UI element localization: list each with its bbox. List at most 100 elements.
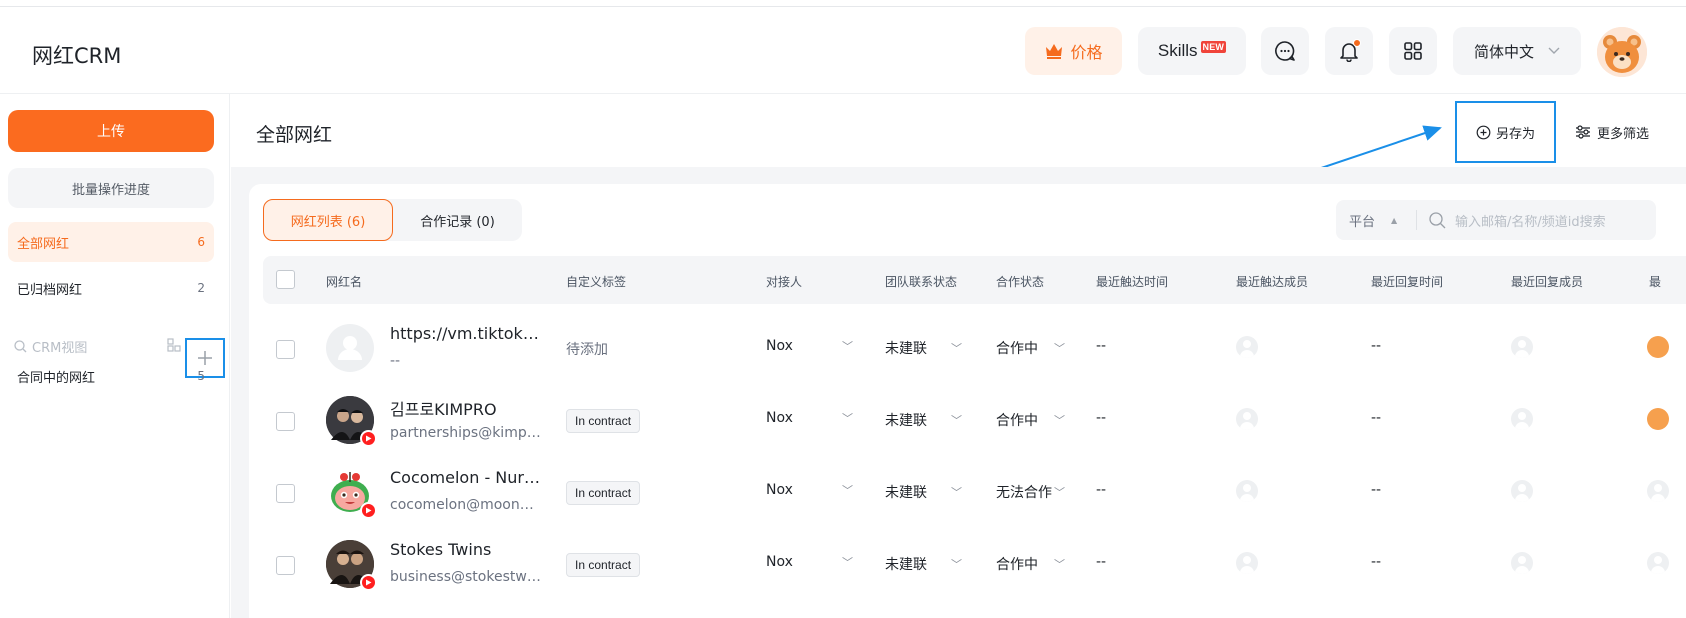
chevron-down-icon: ﹀	[951, 558, 962, 571]
platform-select[interactable]: 平台 ▲	[1336, 211, 1416, 230]
contact-person-value: Nox	[766, 410, 793, 426]
coop-status-value: 无法合作	[996, 485, 1052, 501]
member-avatar	[1647, 552, 1669, 574]
row-checkbox[interactable]	[276, 556, 295, 575]
influencer-email: cocomelon@moonbug...	[390, 497, 542, 513]
column-header: 最近回复时间	[1371, 275, 1444, 289]
search-placeholder: 输入邮箱/名称/频道id搜索	[1455, 214, 1606, 230]
tab-cooperation-records[interactable]: 合作记录 (0)	[393, 199, 522, 241]
influencer-email: --	[390, 353, 401, 369]
influencer-name[interactable]: https://vm.tiktok.com/...	[390, 324, 542, 343]
chevron-down-icon: ﹀	[842, 340, 853, 353]
contact-person-select[interactable]: Nox ﹀	[766, 482, 853, 498]
chevron-down-icon: ﹀	[842, 412, 853, 425]
team-status-select[interactable]: 未建联 ﹀	[885, 338, 962, 358]
member-avatar	[1647, 336, 1669, 358]
row-checkbox[interactable]	[276, 340, 295, 359]
coop-status-select[interactable]: 合作中 ﹀	[996, 410, 1065, 430]
chevron-down-icon: ﹀	[951, 342, 962, 355]
contact-person-select[interactable]: Nox ﹀	[766, 410, 853, 426]
last-reply-time: --	[1371, 338, 1382, 354]
contact-person-select[interactable]: Nox ﹀	[766, 554, 853, 570]
influencer-avatar	[326, 540, 377, 591]
table-row[interactable]: Cocomelon - Nursery Rhymes cocomelon@moo…	[263, 456, 1686, 528]
column-header: 对接人	[766, 275, 803, 289]
last-reply-time: --	[1371, 482, 1382, 498]
chevron-down-icon: ﹀	[1054, 558, 1065, 571]
last-reply-time: --	[1371, 410, 1382, 426]
influencer-email: partnerships@kimpro...	[390, 425, 542, 441]
last-touch-time: --	[1096, 410, 1107, 426]
custom-tag[interactable]: In contract	[566, 553, 641, 577]
custom-tag[interactable]: 待添加	[566, 339, 608, 359]
column-header: 最	[1649, 275, 1662, 289]
tab-influencer-list[interactable]: 网红列表 (6)	[263, 199, 393, 241]
custom-tag[interactable]: In contract	[566, 481, 641, 505]
select-all-checkbox[interactable]	[276, 270, 295, 289]
row-checkbox[interactable]	[276, 484, 295, 503]
search-input[interactable]: 输入邮箱/名称/频道id搜索	[1417, 211, 1606, 230]
column-header: 合作状态	[996, 275, 1045, 289]
chevron-down-icon: ﹀	[842, 484, 853, 497]
last-touch-time: --	[1096, 482, 1107, 498]
coop-status-select[interactable]: 无法合作 ﹀	[996, 482, 1065, 502]
avatar-placeholder	[326, 324, 374, 372]
chevron-down-icon: ﹀	[842, 556, 853, 569]
influencer-name[interactable]: Cocomelon - Nursery Rhymes	[390, 468, 542, 487]
member-avatar	[1236, 480, 1258, 502]
member-avatar	[1647, 408, 1669, 430]
member-avatar	[1236, 336, 1258, 358]
team-status-value: 未建联	[885, 557, 927, 573]
coop-status-value: 合作中	[996, 557, 1038, 573]
member-avatar	[1511, 336, 1533, 358]
contact-person-select[interactable]: Nox ﹀	[766, 338, 853, 354]
chevron-down-icon: ﹀	[951, 486, 962, 499]
column-header: 最近触达时间	[1096, 275, 1169, 289]
member-avatar	[1511, 552, 1533, 574]
search-icon	[1429, 211, 1446, 228]
contact-person-value: Nox	[766, 338, 793, 354]
last-touch-time: --	[1096, 338, 1107, 354]
column-header: 团队联系状态	[885, 275, 958, 289]
chevron-down-icon: ﹀	[1054, 486, 1065, 499]
search-filter-bar: 平台 ▲ 输入邮箱/名称/频道id搜索	[1336, 200, 1656, 240]
influencer-name[interactable]: Stokes Twins	[390, 540, 542, 559]
table-row[interactable]: 김프로KIMPRO partnerships@kimpro... In cont…	[263, 384, 1686, 456]
table-row[interactable]: Stokes Twins business@stokestwins... In …	[263, 528, 1686, 600]
team-status-select[interactable]: 未建联 ﹀	[885, 482, 962, 502]
column-header: 最近回复成员	[1511, 275, 1584, 289]
member-avatar	[1511, 480, 1533, 502]
contact-person-value: Nox	[766, 554, 793, 570]
influencer-email: business@stokestwins...	[390, 569, 542, 585]
member-avatar	[1647, 480, 1669, 502]
coop-status-select[interactable]: 合作中 ﹀	[996, 554, 1065, 574]
team-status-value: 未建联	[885, 485, 927, 501]
last-reply-time: --	[1371, 554, 1382, 570]
table-header: 网红名 自定义标签 对接人 团队联系状态 合作状态 最近触达时间 最近触达成员 …	[263, 256, 1686, 304]
team-status-select[interactable]: 未建联 ﹀	[885, 554, 962, 574]
coop-status-value: 合作中	[996, 341, 1038, 357]
team-status-select[interactable]: 未建联 ﹀	[885, 410, 962, 430]
team-status-value: 未建联	[885, 341, 927, 357]
influencer-avatar	[326, 396, 377, 447]
influencer-name[interactable]: 김프로KIMPRO	[390, 396, 542, 420]
last-touch-time: --	[1096, 554, 1107, 570]
youtube-icon	[360, 574, 377, 591]
tab-bar: 网红列表 (6) 合作记录 (0)	[263, 199, 522, 241]
member-avatar	[1511, 408, 1533, 430]
coop-status-select[interactable]: 合作中 ﹀	[996, 338, 1065, 358]
member-avatar	[1236, 552, 1258, 574]
chevron-down-icon: ﹀	[951, 414, 962, 427]
member-avatar	[1236, 408, 1258, 430]
row-checkbox[interactable]	[276, 412, 295, 431]
chevron-down-icon: ﹀	[1054, 342, 1065, 355]
influencer-avatar	[326, 468, 377, 519]
custom-tag[interactable]: In contract	[566, 409, 641, 433]
contact-person-value: Nox	[766, 482, 793, 498]
coop-status-value: 合作中	[996, 413, 1038, 429]
youtube-icon	[360, 430, 377, 447]
team-status-value: 未建联	[885, 413, 927, 429]
column-header: 自定义标签	[566, 275, 627, 289]
table-row[interactable]: https://vm.tiktok.com/... -- 待添加 Nox ﹀ 未建…	[263, 312, 1686, 384]
chevron-down-icon: ﹀	[1054, 414, 1065, 427]
